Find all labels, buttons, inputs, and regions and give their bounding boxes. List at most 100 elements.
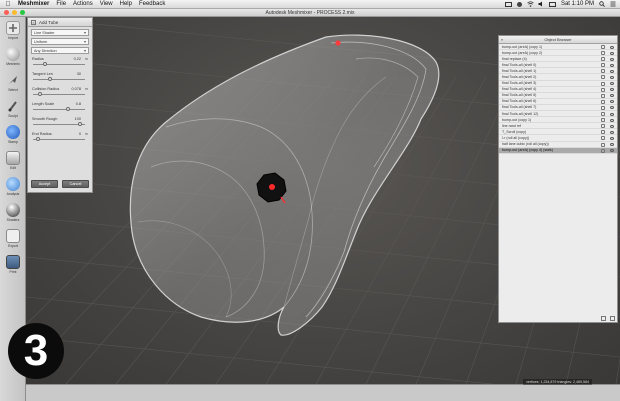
accept-button[interactable]: Accept	[31, 180, 58, 188]
shader-dropdown[interactable]: Line Shader ▾	[31, 29, 89, 36]
eye-icon[interactable]	[610, 118, 614, 122]
mode-dropdown[interactable]: Uniform ▾	[31, 38, 89, 45]
panel-close-button[interactable]: ×	[31, 19, 36, 25]
param-value[interactable]: 0.078	[71, 87, 81, 91]
lock-icon[interactable]	[601, 63, 605, 68]
eye-icon[interactable]	[610, 130, 614, 134]
lock-icon[interactable]	[601, 51, 605, 56]
tool-select[interactable]: Select	[2, 73, 24, 97]
eye-icon[interactable]	[610, 94, 614, 98]
eye-icon[interactable]	[610, 82, 614, 86]
lock-icon[interactable]	[601, 87, 605, 92]
lock-icon[interactable]	[601, 142, 605, 147]
tool-stamp[interactable]: Stamp	[2, 125, 24, 149]
param-slider-knob[interactable]	[35, 137, 40, 141]
param-value[interactable]: 100	[75, 117, 81, 121]
param-slider-track[interactable]	[33, 139, 85, 140]
eye-icon[interactable]	[610, 63, 614, 67]
apple-menu-icon[interactable]: 	[4, 1, 12, 8]
trash-icon[interactable]	[610, 316, 615, 321]
search-icon[interactable]	[599, 1, 605, 7]
menu-actions[interactable]: Actions	[73, 1, 93, 7]
param-slider-knob[interactable]	[78, 122, 82, 126]
lock-icon[interactable]	[601, 136, 605, 141]
bluetooth-icon[interactable]	[516, 1, 522, 7]
duplicate-icon[interactable]	[601, 316, 606, 321]
lock-icon[interactable]	[601, 112, 605, 117]
eye-icon[interactable]	[610, 100, 614, 104]
eye-icon[interactable]	[610, 88, 614, 92]
menu-feedback[interactable]: Feedback	[139, 1, 165, 7]
eye-icon[interactable]	[610, 57, 614, 61]
param-value[interactable]: 30	[77, 72, 81, 76]
tool-sculpt[interactable]: Sculpt	[2, 99, 24, 123]
lock-icon[interactable]	[601, 118, 605, 123]
status-tray: Sat 1:10 PM	[504, 1, 620, 7]
eye-icon[interactable]	[610, 124, 614, 128]
lock-icon[interactable]	[601, 75, 605, 80]
lock-icon[interactable]	[601, 130, 605, 135]
param-label: Collision Radius	[32, 87, 60, 91]
cancel-button[interactable]: Cancel	[62, 180, 89, 188]
lock-icon[interactable]	[601, 124, 605, 129]
eye-icon[interactable]	[610, 136, 614, 140]
eye-icon[interactable]	[610, 149, 614, 153]
wifi-icon[interactable]	[527, 1, 534, 7]
zoom-window-button[interactable]	[20, 10, 25, 15]
tool-meshmix[interactable]: Meshmix	[2, 47, 24, 71]
lock-icon[interactable]	[601, 148, 605, 153]
param-slider-track[interactable]	[33, 64, 85, 65]
param-row: Smooth Rough 100	[31, 117, 89, 129]
tool-analysis[interactable]: Analysis	[2, 177, 24, 201]
eye-icon[interactable]	[610, 45, 614, 49]
param-value[interactable]: 0.22	[74, 57, 81, 61]
param-slider-knob[interactable]	[43, 62, 47, 66]
minimize-window-button[interactable]	[12, 10, 17, 15]
lock-icon[interactable]	[601, 105, 605, 110]
menu-file[interactable]: File	[56, 1, 66, 7]
param-value[interactable]: 0.8	[76, 102, 81, 106]
lock-icon[interactable]	[601, 69, 605, 74]
tool-export[interactable]: Export	[2, 229, 24, 253]
lock-icon[interactable]	[601, 93, 605, 98]
param-slider-knob[interactable]	[38, 92, 42, 96]
app-menu[interactable]: Meshmixer	[18, 1, 49, 7]
lock-icon[interactable]	[601, 99, 605, 104]
param-slider-track[interactable]	[33, 79, 85, 80]
eye-icon[interactable]	[610, 143, 614, 146]
param-value[interactable]: 0	[79, 132, 81, 136]
tool-print[interactable]: Print	[2, 255, 24, 279]
object-name: T_Scroll (copy)	[502, 129, 527, 134]
battery-icon[interactable]	[548, 1, 556, 7]
screen-sharing-icon[interactable]	[504, 1, 512, 7]
lock-icon[interactable]	[601, 57, 605, 62]
eye-icon[interactable]	[610, 51, 614, 55]
tool-edit[interactable]: Edit	[2, 151, 24, 175]
eye-icon[interactable]	[610, 106, 614, 110]
lock-icon[interactable]	[601, 45, 605, 49]
list-icon[interactable]	[610, 1, 616, 7]
eye-icon[interactable]	[610, 69, 614, 73]
window-controls	[4, 10, 25, 15]
menu-help[interactable]: Help	[120, 1, 132, 7]
tool-import[interactable]: Import	[2, 21, 24, 45]
tool-shaders[interactable]: Shaders	[2, 203, 24, 227]
param-slider-knob[interactable]	[65, 107, 70, 111]
eye-icon[interactable]	[610, 75, 614, 79]
direction-dropdown[interactable]: Any Direction ▾	[31, 47, 89, 54]
control-point-top	[335, 40, 341, 46]
menu-view[interactable]: View	[100, 1, 113, 7]
object-name: final Tcols-all (shell 2)	[502, 75, 537, 80]
volume-icon[interactable]	[538, 1, 544, 7]
eye-icon[interactable]	[610, 112, 614, 116]
param-slider-knob[interactable]	[48, 77, 52, 81]
object-name: bump-out (copy 1)	[502, 117, 532, 122]
app-screen: { "menubar": { "apple_icon": "\uF8FF", "…	[0, 0, 620, 401]
collapse-icon[interactable]: «	[501, 36, 503, 44]
param-row: Tangent Len 30	[31, 72, 89, 84]
clock[interactable]: Sat 1:10 PM	[561, 1, 594, 7]
param-slider-track[interactable]	[33, 109, 85, 110]
list-item[interactable]: bump-out (areA) (copy 4) (stalk)	[499, 147, 617, 154]
lock-icon[interactable]	[601, 81, 605, 86]
close-window-button[interactable]	[4, 10, 9, 15]
